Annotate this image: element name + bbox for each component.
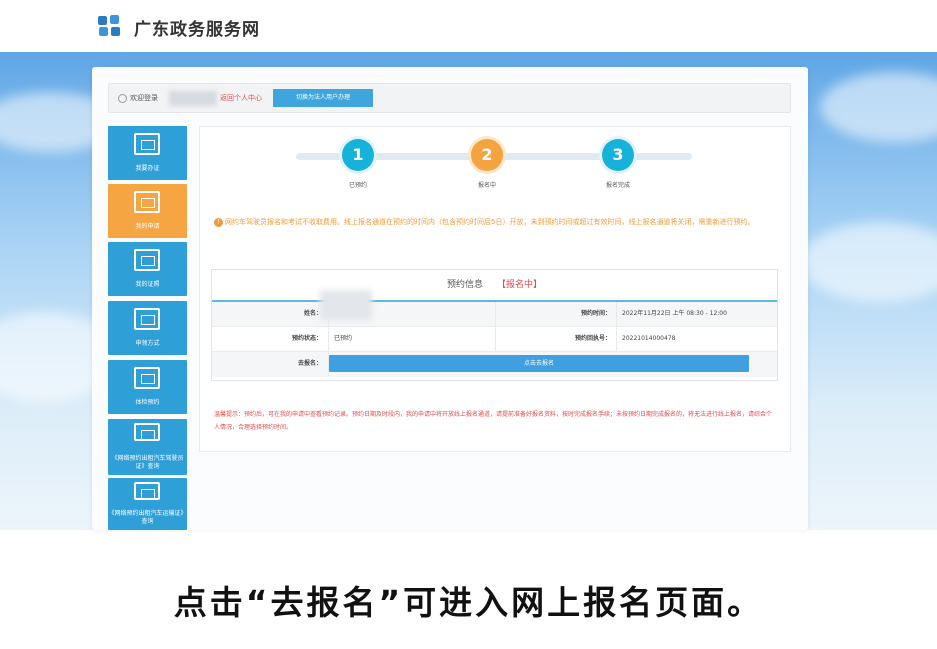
table-row: 预约状态： 已预约 预约回执号： 20221014000478 — [212, 327, 777, 352]
id-card-icon — [134, 423, 160, 441]
sidebar-item-apply[interactable]: 我要办证 — [108, 126, 187, 180]
sidebar-item-claim-method[interactable]: 申领方式 — [108, 301, 187, 355]
vehicle-card-icon — [134, 482, 160, 500]
notice-text: ! 网约车驾驶员报名和考试不收取费用。线上报名通道在预约的时间内（包含预约时间后5… — [214, 214, 774, 231]
sidebar-item-label: 《网络预约出租汽车运输证》查询 — [108, 510, 187, 525]
table-row: 去报名： 点击去报名 — [212, 352, 777, 377]
receipt-number-value: 20221014000478 — [622, 335, 676, 342]
sidebar-item-label: 《网络预约出租汽车驾驶员证》查询 — [111, 455, 184, 470]
back-to-personal-center-link[interactable]: 返回个人中心 — [220, 93, 262, 103]
appointment-time-value: 2022年11月22日 上午 08:30 - 12:00 — [622, 310, 727, 317]
document-icon — [134, 308, 160, 330]
sidebar-item-driver-license-query[interactable]: 《网络预约出租汽车驾驶员证》查询 — [108, 419, 187, 475]
site-title[interactable]: 广东政务服务网 — [134, 15, 260, 40]
sidebar-item-label: 我的申请 — [135, 223, 160, 230]
masked-username — [169, 91, 217, 106]
id-card-icon — [134, 367, 160, 389]
table-row: 姓名： 预约时间： 2022年11月22日 上午 08:30 - 12:00 — [212, 290, 777, 327]
field-label-status: 预约状态： — [291, 335, 322, 342]
sidebar-item-transport-license-query[interactable]: 《网络预约出租汽车运输证》查询 — [108, 478, 187, 530]
sidebar-item-label: 我要办证 — [135, 165, 160, 172]
appointment-info-panel: 预约信息 【报名中】 姓名： 预约时间： 2022年11月22日 上午 08:30… — [211, 269, 778, 381]
step-3-badge: 3 — [602, 139, 634, 171]
status-badge: 【报名中】 — [497, 280, 543, 290]
appointment-info-title: 预约信息 — [446, 280, 483, 290]
exclamation-icon: ! — [214, 218, 223, 227]
sidebar-item-my-applications[interactable]: 我的申请 — [108, 184, 187, 238]
welcome-text: 欢迎登录 — [130, 94, 158, 102]
field-label-name: 姓名： — [303, 310, 322, 317]
step-2-label: 报名中 — [477, 182, 496, 189]
status-dot-icon — [118, 94, 127, 103]
step-3-label: 报名完成 — [605, 182, 630, 189]
sidebar-item-label: 申领方式 — [135, 340, 160, 347]
id-card-icon — [134, 133, 160, 155]
edit-form-icon — [134, 191, 160, 213]
step-1-label: 已预约 — [348, 182, 367, 189]
switch-to-legal-person-button[interactable]: 切换为法人用户办理 — [273, 89, 373, 107]
id-card-icon — [134, 249, 160, 271]
notice-body: 网约车驾驶员报名和考试不收取费用。线上报名通道在预约的时间内（包含预约时间后5日… — [225, 218, 755, 226]
masked-name-value — [320, 290, 372, 320]
gd-gov-logo-icon[interactable] — [96, 13, 122, 39]
appointment-info-header: 预约信息 【报名中】 — [212, 270, 777, 302]
step-2-badge: 2 — [471, 139, 503, 171]
field-label-appointment-time: 预约时间： — [580, 310, 611, 317]
field-label-go-register: 去报名： — [297, 360, 322, 367]
sidebar-item-medical-appointment[interactable]: 体检预约 — [108, 360, 187, 414]
go-register-button[interactable]: 点击去报名 — [329, 355, 749, 372]
warm-tip-text: 温馨提示：预约后，可在我的申请中查看预约记录。预约日期及时段内，我的申请中将开放… — [214, 411, 773, 431]
top-bar: 广东政务服务网 — [0, 0, 937, 52]
caption-text: 点击“去报名”可进入网上报名页面。 — [173, 583, 764, 622]
field-label-receipt-number: 预约回执号： — [574, 335, 611, 342]
appointment-status-value: 已预约 — [334, 335, 353, 342]
sidebar-item-label: 体检预约 — [135, 399, 160, 406]
user-bar: 欢迎登录 返回个人中心 切换为法人用户办理 — [108, 83, 791, 113]
sidebar-item-label: 我的证照 — [135, 281, 160, 288]
step-1-badge: 1 — [342, 139, 374, 171]
sidebar-item-my-licenses[interactable]: 我的证照 — [108, 242, 187, 296]
